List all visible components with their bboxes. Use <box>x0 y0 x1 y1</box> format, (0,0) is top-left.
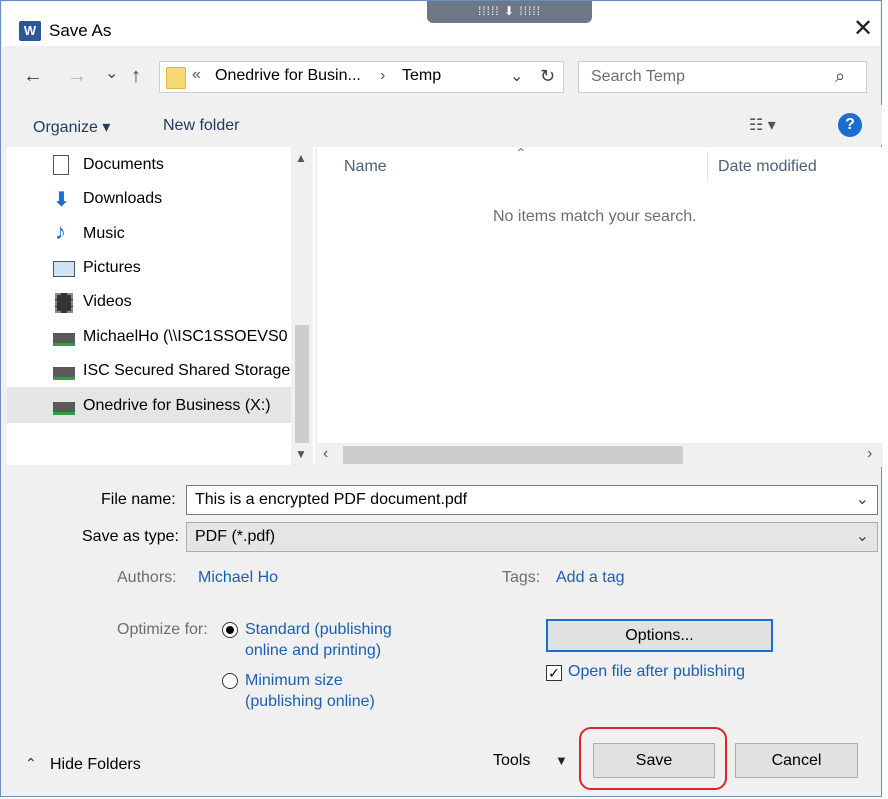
tools-button[interactable]: Tools <box>493 752 530 770</box>
address-bar[interactable]: « Onedrive for Busin... › Temp ⌄ ↻ <box>159 61 564 93</box>
sidebar-item-videos[interactable]: Videos <box>83 287 132 317</box>
organize-button[interactable]: Organize ▾ <box>33 117 110 137</box>
search-box[interactable]: Search Temp ⌕ <box>578 61 867 93</box>
videos-icon <box>55 293 73 313</box>
chevron-down-icon[interactable]: ⌄ <box>510 66 523 86</box>
hscrollbar-thumb[interactable] <box>343 446 683 464</box>
column-header-name[interactable]: Name <box>344 158 387 176</box>
music-icon: ♪ <box>55 219 66 244</box>
options-button[interactable]: Options... <box>546 619 773 652</box>
new-folder-button[interactable]: New folder <box>163 117 239 135</box>
radio-standard-label-line1[interactable]: Standard (publishing <box>245 621 392 639</box>
breadcrumb-temp[interactable]: Temp <box>402 67 441 85</box>
sidebar-item-pictures[interactable]: Pictures <box>83 253 141 283</box>
optimize-for-label: Optimize for: <box>117 621 208 638</box>
scrollbar-thumb[interactable] <box>295 325 309 443</box>
radio-standard-label-line2[interactable]: online and printing) <box>245 642 381 660</box>
help-icon[interactable]: ? <box>838 113 862 137</box>
scroll-up-icon[interactable]: ▲ <box>295 151 307 165</box>
word-app-icon: W <box>19 21 41 41</box>
hide-folders-button[interactable]: Hide Folders <box>50 756 141 774</box>
search-input[interactable]: Search Temp <box>591 68 685 86</box>
recent-locations-button[interactable]: ⌄ <box>105 63 118 83</box>
file-name-label: File name: <box>101 491 176 508</box>
scroll-down-icon[interactable]: ▼ <box>295 447 307 461</box>
file-name-value: This is a encrypted PDF document.pdf <box>195 491 468 508</box>
save-as-type-select[interactable]: PDF (*.pdf) ⌄ <box>186 522 878 552</box>
folder-icon <box>166 67 186 89</box>
sidebar-item-onedrive[interactable]: Onedrive for Business (X:) <box>83 391 271 421</box>
cancel-button[interactable]: Cancel <box>735 743 858 778</box>
tags-value[interactable]: Add a tag <box>556 569 625 587</box>
forward-button[interactable]: → <box>67 65 87 88</box>
open-after-publishing-label[interactable]: Open file after publishing <box>568 663 745 681</box>
up-folder-button[interactable]: ↑ <box>131 65 141 88</box>
network-drive-icon <box>53 402 75 415</box>
sidebar-item-downloads[interactable]: Downloads <box>83 184 162 214</box>
drag-handle[interactable]: ⁞⁞⁞⁞⁞ ⬇ ⁞⁞⁞⁞⁞ <box>427 1 592 23</box>
file-name-field[interactable]: This is a encrypted PDF document.pdf ⌄ <box>186 485 878 515</box>
tags-label: Tags: <box>502 569 541 586</box>
documents-icon <box>53 155 69 175</box>
column-divider <box>707 151 708 181</box>
sidebar-scrollbar[interactable]: ▲ ▼ <box>291 147 313 465</box>
save-button[interactable]: Save <box>593 743 715 778</box>
save-as-type-label: Save as type: <box>82 528 179 545</box>
authors-label: Authors: <box>117 569 177 586</box>
scroll-right-icon[interactable]: › <box>867 445 872 463</box>
breadcrumb-overflow[interactable]: « <box>192 66 201 84</box>
window-title: Save As <box>49 21 112 40</box>
sidebar-item-isc-storage[interactable]: ISC Secured Shared Storage <box>83 356 291 386</box>
file-list-hscrollbar[interactable]: ‹ › <box>317 443 883 467</box>
radio-selected-dot <box>226 626 234 634</box>
network-drive-icon <box>53 333 75 346</box>
sort-ascending-icon: ⌃ <box>515 145 527 161</box>
radio-minimum-label-line1[interactable]: Minimum size <box>245 672 343 690</box>
sidebar-item-michaelho[interactable]: MichaelHo (\\ISC1SSOEVS0 <box>83 322 291 352</box>
back-button[interactable]: ← <box>23 65 43 88</box>
file-list: ⌃ Name Date modified No items match your… <box>317 145 883 465</box>
chevron-up-icon[interactable]: ⌃ <box>25 755 37 772</box>
save-as-type-value: PDF (*.pdf) <box>195 528 276 545</box>
open-after-publishing-checkbox[interactable]: ✓ <box>546 665 562 681</box>
pictures-icon <box>53 261 75 277</box>
tools-dropdown-icon[interactable]: ▼ <box>555 753 568 768</box>
save-as-dialog: ⁞⁞⁞⁞⁞ ⬇ ⁞⁞⁞⁞⁞ W Save As ✕ ← → ⌄ ↑ « Oned… <box>0 0 883 797</box>
radio-minimum-size[interactable] <box>222 673 238 689</box>
downloads-icon: ⬇ <box>53 189 70 211</box>
sidebar-item-music[interactable]: Music <box>83 219 125 249</box>
search-icon[interactable]: ⌕ <box>835 66 845 87</box>
close-icon[interactable]: ✕ <box>849 15 877 43</box>
chevron-down-icon[interactable]: ⌄ <box>856 523 869 551</box>
radio-minimum-label-line2[interactable]: (publishing online) <box>245 693 375 711</box>
radio-standard[interactable] <box>222 622 238 638</box>
authors-value[interactable]: Michael Ho <box>198 569 278 587</box>
breadcrumb-separator: › <box>380 67 386 84</box>
sidebar-item-documents[interactable]: Documents <box>83 150 164 180</box>
scroll-left-icon[interactable]: ‹ <box>323 445 328 463</box>
navigation-pane: Documents ⬇ Downloads ♪ Music Pictures V… <box>7 147 315 465</box>
breadcrumb-onedrive[interactable]: Onedrive for Busin... <box>215 67 361 85</box>
empty-message: No items match your search. <box>493 208 697 225</box>
refresh-icon[interactable]: ↻ <box>540 66 555 87</box>
view-options-icon[interactable]: ☷ ▾ <box>749 115 776 135</box>
column-header-date-modified[interactable]: Date modified <box>718 158 817 176</box>
network-drive-icon <box>53 367 75 380</box>
chevron-down-icon[interactable]: ⌄ <box>856 486 869 514</box>
